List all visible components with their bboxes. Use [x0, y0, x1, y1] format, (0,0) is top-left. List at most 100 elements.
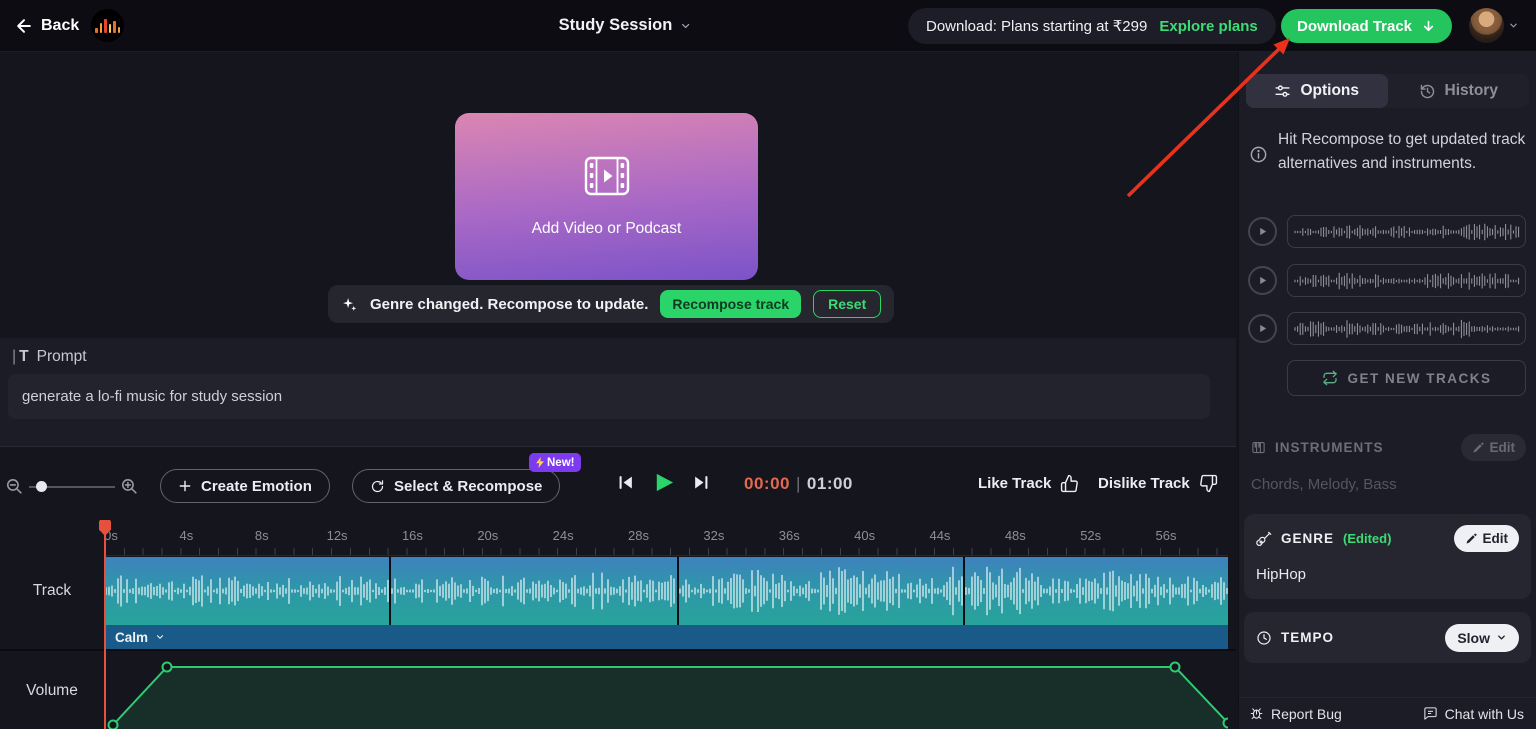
total-time: 01:00 — [807, 474, 853, 493]
chat-with-us-label: Chat with Us — [1445, 706, 1524, 722]
tab-history[interactable]: History — [1388, 74, 1530, 108]
report-bug-label: Report Bug — [1271, 706, 1342, 722]
session-title-label: Study Session — [559, 16, 673, 35]
app-logo-icon[interactable] — [91, 9, 124, 42]
add-media-label: Add Video or Podcast — [532, 220, 682, 238]
report-bug-button[interactable]: Report Bug — [1249, 706, 1342, 722]
genre-edited-flag: (Edited) — [1343, 531, 1391, 546]
session-title[interactable]: Study Session — [559, 16, 692, 35]
tab-options[interactable]: Options — [1246, 74, 1388, 108]
play-button-icon[interactable] — [652, 471, 675, 494]
track-waveform-segment[interactable] — [391, 557, 677, 625]
film-icon — [584, 156, 630, 196]
guitar-icon — [1256, 531, 1272, 547]
alt-track-waveform[interactable] — [1287, 264, 1526, 297]
genre-value: HipHop — [1256, 566, 1519, 583]
ruler-tick-label: 28s — [628, 528, 649, 543]
get-new-tracks-button[interactable]: GET NEW TRACKS — [1287, 360, 1526, 396]
alt-track-row — [1248, 264, 1526, 297]
bug-icon — [1249, 706, 1264, 721]
zoom-slider-knob[interactable] — [36, 481, 47, 492]
lightning-icon — [536, 457, 544, 468]
ruler-tick-label: 56s — [1156, 528, 1177, 543]
back-arrow-icon — [14, 16, 34, 36]
chat-icon — [1423, 706, 1438, 721]
time-separator: | — [796, 474, 801, 493]
chevron-down-icon — [679, 20, 691, 32]
emotion-label: Calm — [115, 630, 148, 645]
ruler-tick-label: 32s — [703, 528, 724, 543]
tempo-select[interactable]: Slow — [1445, 624, 1519, 652]
new-badge-label: New! — [547, 457, 574, 469]
instruments-edit-button[interactable]: Edit — [1461, 434, 1527, 461]
chevron-down-icon — [155, 632, 165, 642]
timeline-label-column: Track Volume — [0, 520, 105, 729]
create-emotion-button[interactable]: Create Emotion — [160, 469, 330, 503]
prompt-input[interactable] — [8, 374, 1210, 419]
instruments-value: Chords, Melody, Bass — [1251, 476, 1526, 493]
alt-track-waveform[interactable] — [1287, 215, 1526, 248]
transport-controls — [616, 471, 711, 494]
clock-icon — [1256, 630, 1272, 646]
app-root: Back Study Session Download: Plans start… — [0, 0, 1536, 729]
back-button[interactable]: Back — [14, 16, 79, 36]
audio-track-row — [105, 557, 1228, 625]
ruler-tick-label: 48s — [1005, 528, 1026, 543]
step-forward-icon[interactable] — [692, 473, 711, 492]
user-avatar[interactable] — [1469, 8, 1504, 43]
avatar-chevron-down-icon[interactable] — [1508, 20, 1519, 31]
volume-envelope-row — [105, 651, 1228, 729]
zoom-in-icon[interactable] — [120, 477, 139, 496]
track-waveform-segment[interactable] — [679, 557, 963, 625]
download-track-button[interactable]: Download Track — [1281, 9, 1452, 43]
alt-track-row — [1248, 312, 1526, 345]
alt-track-play-button[interactable] — [1248, 314, 1277, 343]
zoom-out-icon[interactable] — [5, 477, 24, 496]
recompose-refresh-icon — [370, 479, 385, 494]
plans-text: Download: Plans starting at ₹299 — [926, 17, 1147, 35]
envelope-point[interactable] — [1224, 719, 1229, 728]
prompt-label: |T Prompt — [12, 348, 87, 366]
timeline: Track Volume 0s4s8s12s16s20s24s28s32s36s… — [0, 520, 1236, 729]
recompose-info-text: Hit Recompose to get updated track alter… — [1278, 128, 1532, 176]
genre-title: GENRE — [1281, 531, 1334, 546]
recompose-track-button[interactable]: Recompose track — [660, 290, 801, 318]
ruler-tick-label: 12s — [327, 528, 348, 543]
envelope-point[interactable] — [1171, 663, 1180, 672]
select-recompose-button[interactable]: Select & Recompose — [352, 469, 560, 503]
sidebar-footer: Report Bug Chat with Us — [1239, 697, 1536, 729]
current-time: 00:00 — [744, 474, 790, 493]
main-canvas: Add Video or Podcast Genre changed. Reco… — [0, 52, 1236, 729]
zoom-slider[interactable] — [29, 486, 115, 488]
ruler-tick-label: 16s — [402, 528, 423, 543]
dislike-track-button[interactable]: Dislike Track — [1098, 474, 1218, 493]
volume-envelope[interactable] — [105, 651, 1228, 729]
alt-track-play-button[interactable] — [1248, 217, 1277, 246]
step-back-icon[interactable] — [616, 473, 635, 492]
like-track-button[interactable]: Like Track — [978, 474, 1079, 493]
track-waveform-segment[interactable] — [105, 557, 389, 625]
reset-button[interactable]: Reset — [813, 290, 881, 318]
tempo-card: TEMPO Slow — [1244, 612, 1531, 663]
text-cursor-icon-t: T — [19, 348, 28, 366]
envelope-point[interactable] — [163, 663, 172, 672]
instruments-title: INSTRUMENTS — [1275, 440, 1384, 455]
track-waveform-segment[interactable] — [965, 557, 1228, 625]
genre-edit-button[interactable]: Edit — [1454, 525, 1520, 552]
envelope-point[interactable] — [109, 721, 118, 729]
playback-toolbar: Create Emotion Select & Recompose New! — [0, 460, 1236, 512]
recompose-info: Hit Recompose to get updated track alter… — [1249, 128, 1532, 176]
sidebar-tabbar: Options History — [1246, 74, 1529, 108]
explore-plans-link[interactable]: Explore plans — [1159, 18, 1257, 35]
alt-track-waveform[interactable] — [1287, 312, 1526, 345]
thumbs-down-icon — [1199, 474, 1218, 493]
sliders-icon — [1274, 83, 1291, 100]
like-track-label: Like Track — [978, 475, 1051, 492]
tempo-value: Slow — [1457, 630, 1490, 646]
add-video-podcast-card[interactable]: Add Video or Podcast — [455, 113, 758, 280]
emotion-bar[interactable]: Calm — [105, 625, 1228, 649]
chat-with-us-button[interactable]: Chat with Us — [1423, 706, 1524, 722]
timeline-ruler[interactable]: 0s4s8s12s16s20s24s28s32s36s40s44s48s52s5… — [105, 520, 1228, 556]
alt-track-play-button[interactable] — [1248, 266, 1277, 295]
genre-changed-notice: Genre changed. Recompose to update. Reco… — [328, 285, 894, 323]
